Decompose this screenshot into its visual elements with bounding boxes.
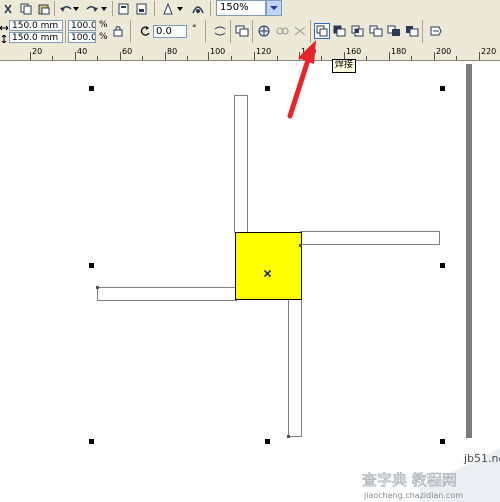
paste-icon[interactable] bbox=[36, 2, 52, 16]
weld-tooltip: 焊接 bbox=[332, 59, 357, 73]
object-height-field[interactable]: 150.0 mm bbox=[9, 32, 63, 43]
scale-x-percent-label: % bbox=[99, 20, 108, 30]
scale-y-percent-label: % bbox=[99, 32, 108, 42]
page-edge-shadow bbox=[466, 64, 472, 438]
toolbar-separator bbox=[65, 20, 66, 43]
horizontal-ruler: 20 40 60 80 100 120 140 160 180 200 220 bbox=[0, 46, 500, 61]
copy-icon[interactable] bbox=[18, 2, 34, 16]
selection-handle-top-left[interactable] bbox=[89, 86, 94, 91]
node-marker[interactable] bbox=[96, 286, 99, 289]
redo-dropdown-icon[interactable] bbox=[100, 2, 108, 16]
toolbar-separator bbox=[230, 20, 231, 43]
weld-button[interactable] bbox=[314, 23, 330, 39]
selection-handle-middle-left[interactable] bbox=[89, 263, 94, 268]
ungroup-all-icon[interactable] bbox=[292, 24, 308, 38]
property-bar: 150.0 mm 150.0 mm 100.0 100.0 % % 0.0 ° bbox=[0, 18, 500, 47]
scale-y-field[interactable]: 100.0 bbox=[68, 32, 96, 43]
bottom-arm-rectangle[interactable] bbox=[288, 299, 302, 437]
selection-handle-bottom-center[interactable] bbox=[265, 439, 270, 444]
back-minus-front-icon[interactable] bbox=[404, 24, 420, 38]
front-minus-back-icon[interactable] bbox=[386, 24, 402, 38]
toolbar-separator bbox=[130, 20, 131, 43]
selection-handle-middle-right[interactable] bbox=[440, 263, 445, 268]
rotation-icon bbox=[138, 24, 152, 38]
toolbar-separator bbox=[154, 1, 155, 16]
selection-handle-top-right[interactable] bbox=[440, 86, 445, 91]
top-arm-rectangle[interactable] bbox=[234, 95, 248, 233]
watermark-logo-icon: jb51.net 查字典 教程网 jiaocheng.chazidian.com bbox=[362, 448, 500, 502]
degree-label: ° bbox=[192, 24, 197, 34]
rotation-angle-field[interactable]: 0.0 bbox=[153, 25, 187, 38]
trim-icon[interactable] bbox=[332, 24, 348, 38]
break-apart-icon[interactable] bbox=[274, 24, 290, 38]
create-boundary-icon[interactable] bbox=[428, 24, 444, 38]
right-arm-rectangle[interactable] bbox=[300, 231, 440, 245]
selection-handle-bottom-left[interactable] bbox=[89, 439, 94, 444]
application-launcher-icon[interactable] bbox=[160, 2, 176, 16]
lock-ratio-icon[interactable] bbox=[112, 24, 124, 38]
left-arm-rectangle[interactable] bbox=[97, 287, 237, 301]
simplify-icon[interactable] bbox=[368, 24, 384, 38]
ruler-ticks bbox=[30, 52, 480, 60]
undo-dropdown-icon[interactable] bbox=[72, 2, 80, 16]
annotation-arrow-icon bbox=[287, 40, 316, 119]
intersect-icon[interactable] bbox=[350, 24, 366, 38]
group-icon[interactable] bbox=[234, 24, 250, 38]
watermark-title-text: 查字典 教程网 bbox=[362, 471, 457, 489]
combine-icon[interactable] bbox=[256, 24, 272, 38]
scale-x-field[interactable]: 100.0 bbox=[68, 20, 96, 31]
toolbar-separator bbox=[205, 20, 206, 43]
import-icon[interactable] bbox=[116, 2, 132, 16]
launcher-dropdown-icon[interactable] bbox=[176, 2, 184, 16]
toolbar-separator bbox=[252, 20, 253, 43]
redo-icon[interactable] bbox=[84, 2, 100, 16]
watermark-url-text: jiaocheng.chazidian.com bbox=[363, 491, 463, 500]
toolbar-separator bbox=[210, 1, 211, 16]
cut-icon[interactable] bbox=[0, 2, 16, 16]
mirror-icon[interactable] bbox=[212, 24, 228, 38]
corel-online-icon[interactable] bbox=[190, 2, 206, 16]
toolbar-separator bbox=[112, 1, 113, 16]
toolbar-separator bbox=[422, 20, 423, 43]
watermark-site-text: jb51.net bbox=[463, 452, 500, 465]
zoom-level-select[interactable]: 150% bbox=[216, 0, 266, 16]
object-width-field[interactable]: 150.0 mm bbox=[9, 20, 63, 31]
height-icon bbox=[0, 32, 8, 46]
export-icon[interactable] bbox=[134, 2, 150, 16]
selection-handle-top-center[interactable] bbox=[265, 86, 270, 91]
node-marker[interactable] bbox=[287, 435, 290, 438]
zoom-dropdown-icon[interactable] bbox=[266, 0, 282, 16]
standard-toolbar: 150% bbox=[0, 0, 500, 19]
rotation-center-icon[interactable] bbox=[263, 262, 272, 278]
node-marker[interactable] bbox=[299, 244, 302, 247]
toolbar-separator bbox=[54, 1, 55, 16]
